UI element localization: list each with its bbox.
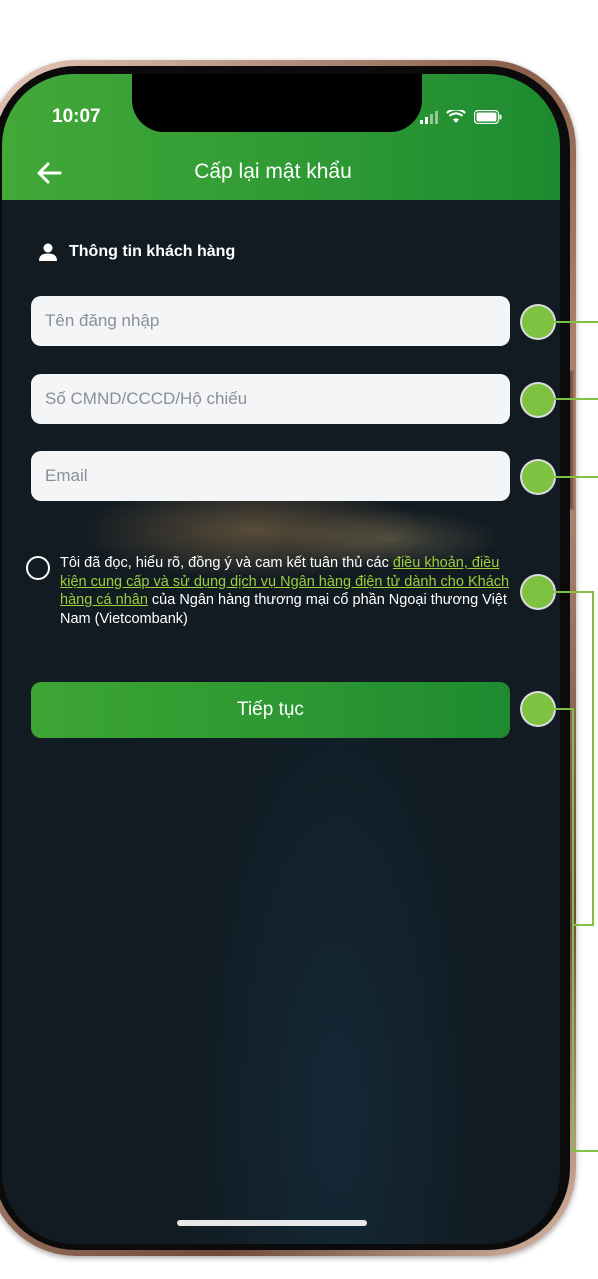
continue-button[interactable]: Tiếp tục (31, 682, 510, 738)
section-customer-info: Thông tin khách hàng (38, 242, 235, 262)
home-indicator (177, 1220, 367, 1226)
terms-agreement: Tôi đã đọc, hiểu rõ, đồng ý và cam kết t… (26, 554, 516, 628)
annotation-dot-terms (522, 576, 554, 608)
username-input[interactable] (31, 296, 510, 346)
annotation-line-continue-h (552, 708, 574, 710)
annotation-line-continue-end (572, 1150, 598, 1152)
email-input[interactable] (31, 451, 510, 501)
annotation-dot-email (522, 461, 554, 493)
annotation-line-continue-v (572, 708, 574, 1152)
wifi-icon (446, 110, 466, 123)
phone-side-button (570, 370, 576, 510)
annotation-dot-continue (522, 693, 554, 725)
section-label-text: Thông tin khách hàng (69, 243, 236, 260)
terms-prefix: Tôi đã đọc, hiểu rõ, đồng ý và cam kết t… (60, 555, 389, 571)
signal-icon (420, 111, 438, 124)
notch (132, 74, 422, 132)
annotation-line-id (552, 398, 598, 400)
terms-radio[interactable] (26, 556, 50, 580)
annotation-line-username (552, 321, 598, 323)
status-time: 10:07 (52, 106, 101, 127)
annotation-dot-username (522, 306, 554, 338)
annotation-line-terms-end (574, 924, 594, 926)
user-icon (39, 243, 57, 261)
app-header: 10:07 Cấp lại mật khẩu (2, 74, 560, 200)
battery-icon (474, 110, 502, 124)
city-night-background (2, 374, 560, 1244)
annotation-line-terms-h (552, 591, 594, 593)
app-screen: 10:07 Cấp lại mật khẩu Thông tin khách h… (2, 74, 560, 1244)
annotation-line-email (552, 476, 598, 478)
page-title: Cấp lại mật khẩu (194, 160, 352, 183)
annotation-dot-id (522, 384, 554, 416)
terms-text: Tôi đã đọc, hiểu rõ, đồng ý và cam kết t… (60, 554, 516, 628)
annotation-line-terms-v (592, 591, 594, 926)
status-icons (420, 108, 502, 126)
id-number-input[interactable] (31, 374, 510, 424)
